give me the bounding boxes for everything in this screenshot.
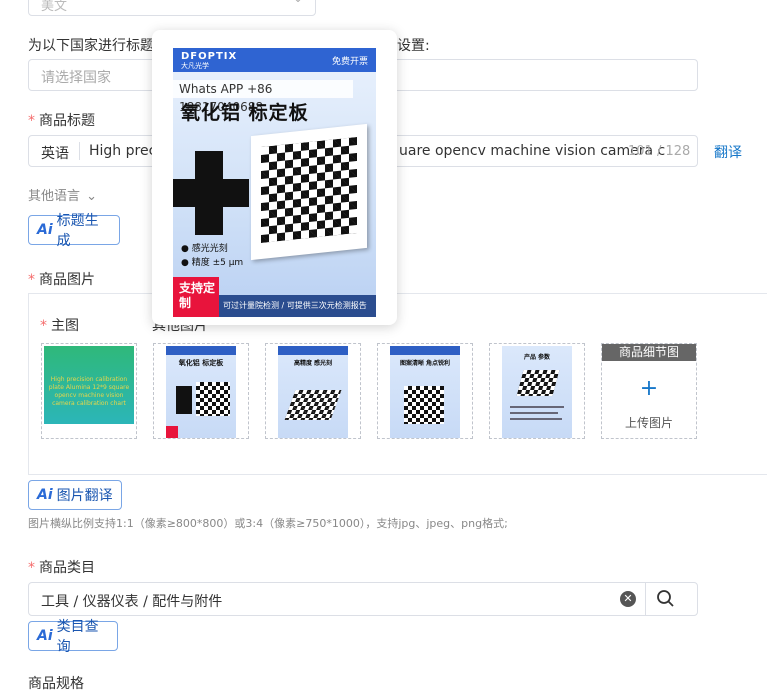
detail-image-header: 商品细节图 — [602, 344, 696, 361]
spec-line — [510, 406, 564, 408]
checkerboard — [284, 390, 342, 420]
image-thumb-2[interactable]: 高精度 感光刻 — [265, 343, 361, 439]
spec-line — [510, 418, 562, 420]
poster-free-tag: 免费开票 — [331, 57, 368, 67]
bullet-2-text: 精度 ±5 μm — [191, 258, 244, 268]
image-thumb-1[interactable]: 氧化铝 标定板 — [153, 343, 249, 439]
ai-icon: Ai — [37, 628, 53, 644]
lang-divider — [79, 142, 80, 160]
mini-header — [390, 346, 460, 355]
image-preview-popup: DFOPTIX 大凡光学 免费开票 Whats APP +86 18817040… — [152, 30, 397, 325]
poster-bullet-1: ● 感光光刻 — [181, 244, 228, 254]
required-mark: * — [28, 113, 35, 129]
ai-title-generate-button[interactable]: Ai 标题生成 — [28, 213, 120, 249]
thumb-preview: 氧化铝 标定板 — [166, 346, 236, 438]
image-format-hint: 图片横纵比例支持1:1（像素≥800*800）或3:4（像素≥750*1000）… — [28, 517, 508, 530]
poster-whatsapp: Whats APP +86 18817040688 — [173, 80, 353, 114]
search-divider — [645, 583, 646, 615]
main-image-label-row: * 主图 — [40, 315, 79, 335]
images-label-row: * 商品图片 — [28, 269, 95, 289]
checkerboard — [404, 386, 444, 424]
search-button[interactable] — [656, 589, 686, 611]
upload-label: 上传图片 — [624, 416, 673, 430]
chevron-down-icon: ⌄ — [293, 0, 303, 5]
preview-poster: DFOPTIX 大凡光学 免费开票 Whats APP +86 18817040… — [173, 48, 376, 317]
mini-header — [166, 346, 236, 355]
poster-red-badge: 支持定制 — [173, 277, 219, 317]
red-badge — [166, 426, 178, 438]
country-label-suffix: 设置: — [397, 38, 430, 54]
checkerboard — [196, 382, 230, 416]
ai-category-query-button[interactable]: Ai 类目查询 — [28, 619, 118, 655]
title-lang[interactable]: 英语 — [41, 143, 69, 163]
main-image-text: High precision calibration plate Alumina… — [48, 376, 130, 407]
main-image-thumb[interactable]: High precision calibration plate Alumina… — [41, 343, 137, 439]
ai-image-translate-button[interactable]: Ai 图片翻译 — [28, 480, 122, 510]
thumb-title: 高精度 感光刻 — [293, 360, 333, 367]
thumb-preview: 高精度 感光刻 — [278, 346, 348, 438]
translate-link[interactable]: 翻译 — [714, 142, 742, 162]
required-mark: * — [28, 560, 35, 576]
required-mark: * — [40, 318, 47, 334]
thumb-title: 图案清晰 角点锐利 — [399, 360, 451, 367]
title-label-row: * 商品标题 — [28, 110, 95, 130]
other-lang-label: 其他语言 — [28, 189, 81, 204]
image-thumb-4[interactable]: 产品 参数 — [489, 343, 585, 439]
top-select-value: 美文 — [41, 0, 68, 14]
category-input[interactable]: 工具 / 仪器仪表 / 配件与附件 ✕ — [28, 582, 698, 616]
thumb-title: 产品 参数 — [523, 354, 551, 361]
ai-image-translate-label: 图片翻译 — [56, 488, 113, 504]
title-value-left: High preci — [89, 143, 161, 159]
top-select[interactable]: 美文 ⌄ — [28, 0, 316, 16]
thumb-preview: 图案清晰 角点锐利 — [390, 346, 460, 438]
required-mark: * — [28, 272, 35, 288]
title-value-right: uare opencv machine vision camera c — [399, 143, 666, 159]
images-label: 商品图片 — [39, 272, 95, 288]
clear-icon[interactable]: ✕ — [620, 591, 636, 607]
poster-header: DFOPTIX 大凡光学 免费开票 — [173, 48, 376, 72]
category-value: 工具 / 仪器仪表 / 配件与附件 — [41, 594, 223, 610]
main-image-preview: High precision calibration plate Alumina… — [44, 346, 134, 424]
thumb-title: 氧化铝 标定板 — [178, 359, 224, 367]
upload-detail-image[interactable]: 商品细节图 + 上传图片 — [601, 343, 697, 439]
country-label: 为以下国家进行标题 — [28, 38, 154, 54]
category-label: 商品类目 — [39, 560, 95, 576]
bottom-section-label: 商品规格 — [28, 676, 84, 692]
cross-mark — [176, 386, 192, 414]
poster-bullet-2: ● 精度 ±5 μm — [181, 258, 244, 268]
main-image-label: 主图 — [51, 318, 79, 334]
cross-mark-h — [173, 179, 249, 207]
spec-line — [510, 412, 558, 414]
title-label: 商品标题 — [39, 113, 95, 129]
mini-header — [278, 346, 348, 355]
checkerboard — [261, 136, 357, 244]
poster-brand-cn: 大凡光学 — [181, 62, 209, 70]
checkerboard — [516, 370, 560, 396]
poster-footer-text: 可过计量院检测 / 可提供三次元检测报告 — [223, 301, 367, 310]
country-placeholder: 请选择国家 — [41, 70, 111, 86]
bullet-1-text: 感光光刻 — [191, 244, 228, 254]
category-label-row: * 商品类目 — [28, 557, 95, 577]
ai-icon: Ai — [37, 487, 53, 503]
search-icon — [657, 590, 674, 607]
other-lang-toggle[interactable]: 其他语言 ⌄ — [28, 185, 97, 204]
plus-icon: + — [639, 376, 659, 401]
ai-icon: Ai — [37, 222, 53, 238]
calibration-board — [251, 123, 367, 261]
image-thumb-3[interactable]: 图案清晰 角点锐利 — [377, 343, 473, 439]
title-char-count: 101 / 128 — [628, 144, 691, 159]
ai-category-query-label: 类目查询 — [56, 619, 99, 655]
ai-title-generate-label: 标题生成 — [56, 213, 99, 249]
chevron-down-icon: ⌄ — [86, 189, 98, 204]
thumb-preview: 产品 参数 — [502, 346, 572, 438]
poster-title: 氧化铝 标定板 — [181, 102, 309, 124]
